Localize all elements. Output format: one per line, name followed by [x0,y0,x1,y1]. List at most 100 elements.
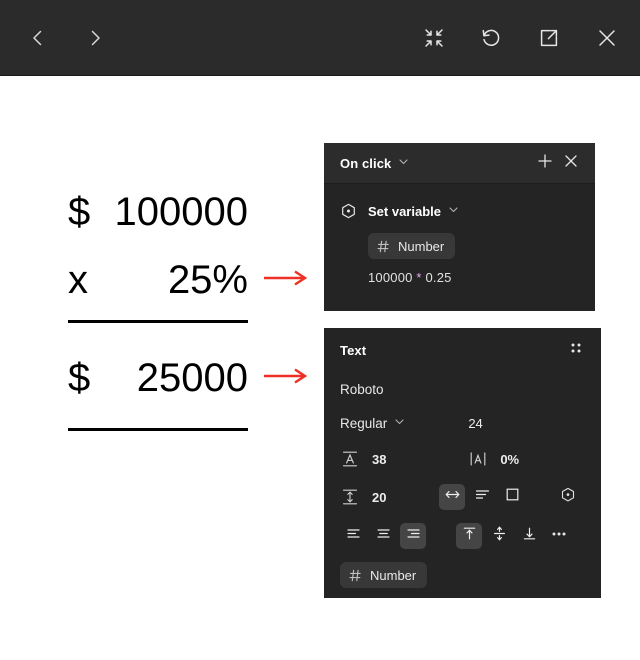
previous-button[interactable] [20,20,56,56]
calculation-block: $ 100000 x 25% $ 25000 [0,76,320,660]
chevron-left-icon [28,28,48,48]
align-top-icon [461,525,478,547]
on-click-trigger-dropdown[interactable] [398,154,409,172]
text-properties-panel: Text Roboto Regular 24 38 0% 20 Number [324,328,601,598]
collapse-icon [423,27,445,49]
principal-value: 100000 [114,190,248,234]
text-variable-chip-number[interactable]: Number [340,562,428,588]
font-family-value: Roboto [340,381,384,397]
calculation-row-result: $ 25000 [68,356,248,401]
principal-symbol: $ [68,190,91,234]
on-click-panel: On click Set variable Number 100000 * 0.… [324,143,595,311]
rate-symbol: x [68,258,88,302]
font-size-value: 24 [468,415,483,431]
resize-auto-height-button[interactable] [469,484,495,510]
variable-hexagon-icon [560,487,576,508]
hash-icon [377,240,390,253]
paragraph-spacing-field[interactable]: 20 [340,487,439,507]
text-panel-grid-options-button[interactable] [563,337,589,363]
font-weight-value: Regular [340,415,388,431]
divider-bottom [68,428,248,431]
expression-left: 100000 [368,270,413,285]
auto-width-icon [444,486,461,508]
resize-fixed-size-button[interactable] [499,484,525,510]
letter-spacing-field[interactable]: 0% [468,449,585,469]
resize-auto-width-button[interactable] [439,484,465,510]
variable-expression[interactable]: 100000 * 0.25 [368,270,579,285]
add-action-button[interactable] [532,150,558,176]
result-symbol: $ [68,356,91,400]
arrow-to-text-panel [262,366,310,386]
type-settings-button[interactable] [555,484,581,510]
divider-top [68,320,248,323]
calculation-row-principal: $ 100000 [68,190,248,235]
expression-operator: * [416,270,422,285]
result-value: 25000 [136,356,248,400]
variable-hexagon-icon [340,203,357,220]
text-panel-header: Text [324,328,601,372]
paragraph-spacing-icon [340,487,360,507]
font-weight-field[interactable]: Regular [340,414,468,432]
restart-button[interactable] [473,20,509,56]
align-bottom-icon [521,525,538,547]
set-variable-action[interactable]: Set variable [340,202,579,220]
line-height-letter-spacing-row: 38 0% [340,440,585,478]
paragraph-spacing-value: 20 [372,489,387,505]
set-variable-label: Set variable [368,203,441,219]
align-middle-icon [491,525,508,547]
align-center-button[interactable] [370,523,396,549]
letter-spacing-value: 0% [500,451,520,467]
collapse-button[interactable] [416,20,452,56]
hash-icon [349,569,362,582]
chevron-right-icon [85,28,105,48]
align-bottom-button[interactable] [516,523,542,549]
four-dot-grid-icon [569,341,583,360]
horizontal-align-group [340,523,576,549]
top-toolbar [0,0,640,76]
fixed-size-icon [504,486,521,508]
resize-mode-group [439,484,585,510]
close-on-click-panel-button[interactable] [558,150,584,176]
variable-chip-number[interactable]: Number [368,233,456,259]
align-center-icon [375,525,392,547]
alignment-row [340,516,585,556]
chevron-down-icon [394,414,405,432]
variable-chip-label: Number [398,238,445,254]
align-right-button[interactable] [400,523,426,549]
align-right-icon [405,525,422,547]
line-height-icon [340,449,360,469]
more-text-options-button[interactable] [546,523,572,549]
on-click-panel-title: On click [340,155,392,171]
font-family-row[interactable]: Roboto [340,372,585,406]
calculation-row-rate: x 25% [68,258,248,303]
font-size-field[interactable]: 24 [468,416,585,431]
restart-icon [480,27,502,49]
line-height-value: 38 [372,451,387,467]
rate-value: 25% [167,258,248,302]
align-left-button[interactable] [340,523,366,549]
close-button[interactable] [589,20,625,56]
set-variable-dropdown[interactable] [448,202,459,220]
line-height-field[interactable]: 38 [340,449,468,469]
expression-right: 0.25 [425,270,452,285]
more-horizontal-icon [550,525,568,548]
font-weight-dropdown[interactable] [394,414,405,432]
chevron-down-icon [398,154,409,172]
text-panel-body: Roboto Regular 24 38 0% 20 Number [324,372,601,588]
align-middle-button[interactable] [486,523,512,549]
on-click-panel-header: On click [324,143,595,184]
next-button[interactable] [77,20,113,56]
on-click-panel-body: Set variable Number 100000 * 0.25 [324,184,595,285]
arrow-to-onclick-panel [262,268,310,288]
font-style-row: Regular 24 [340,406,585,440]
align-top-button[interactable] [456,523,482,549]
text-panel-title: Text [340,342,367,358]
text-variable-chip-label: Number [370,567,417,583]
paragraph-spacing-resize-row: 20 [340,478,585,516]
external-link-icon [538,27,560,49]
open-external-button[interactable] [531,20,567,56]
letter-spacing-icon [468,449,488,469]
chevron-down-icon [448,202,459,220]
close-icon [596,27,618,49]
plus-icon [537,153,553,174]
